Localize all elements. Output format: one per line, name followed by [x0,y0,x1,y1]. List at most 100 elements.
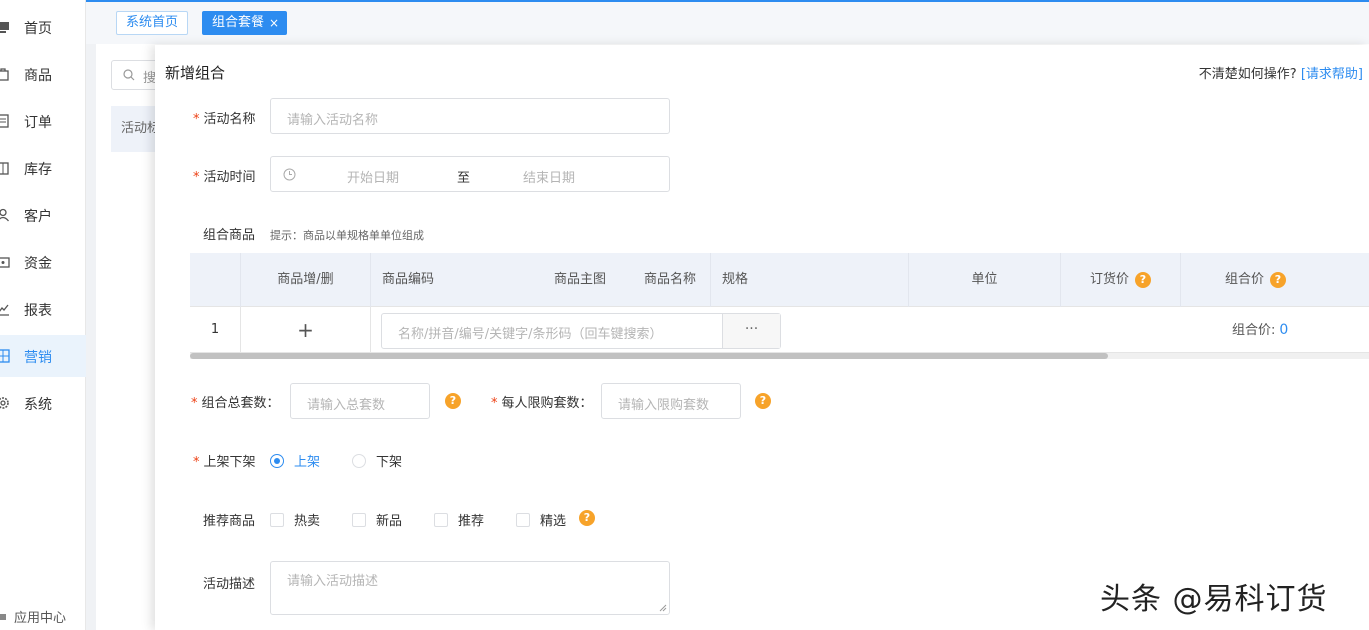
combo-goods-label: 组合商品 [203,228,256,243]
sidebar: 首页 商品 订单 库存 客户 资金 报表 营销 系统 应用中心 [0,0,86,630]
add-goods-cell: + [240,307,370,353]
checkbox-hot[interactable]: 热卖 [270,510,320,529]
required-mark: * [193,455,200,470]
add-goods-button[interactable]: + [297,318,314,342]
help-prompt: 不清楚如何操作? [1198,67,1297,82]
help-icon[interactable]: ? [445,393,461,409]
sidebar-item-system[interactable]: 系统 [0,382,86,424]
help-text: 不清楚如何操作? [请求帮助] [1199,63,1363,82]
apps-icon [0,613,6,620]
th-add-remove: 商品增/删 [240,253,370,307]
scrollbar-thumb[interactable] [190,353,1108,359]
sidebar-item-label: 资金 [24,256,52,272]
description-label: 活动描述 [203,577,256,592]
resize-grip-icon[interactable] [659,604,667,612]
sidebar-item-label: 订单 [24,115,52,131]
description-textarea[interactable]: 请输入活动描述 [270,561,670,615]
sidebar-item-finance[interactable]: 资金 [0,241,86,283]
radio-on-shelf[interactable]: 上架 [270,451,320,470]
wallet-icon [0,255,10,269]
checkbox-recommend[interactable]: 推荐 [434,510,484,529]
required-mark: * [191,396,198,411]
grid-icon [0,349,10,363]
limit-sets-input[interactable]: 请输入限购套数 [601,383,741,419]
th-order-price: 订货价? [1060,253,1180,307]
document-icon [0,114,10,128]
sidebar-item-customers[interactable]: 客户 [0,194,86,236]
help-icon[interactable]: ? [1135,271,1151,288]
goods-search-placeholder: 名称/拼音/编号/关键字/条形码（回车键搜索） [398,327,663,342]
radio-dot [352,453,366,468]
required-mark: * [491,396,498,411]
date-range-picker[interactable]: 开始日期 至 结束日期 [270,156,670,192]
inventory-icon [0,161,10,175]
checkbox-new[interactable]: 新品 [352,510,402,529]
table-header: 商品增/删 商品编码 商品主图 商品名称 规格 单位 订货价? 组合价? [190,253,1369,307]
date-separator: 至 [457,171,471,186]
gear-icon [0,396,10,410]
chart-icon [0,302,10,316]
sidebar-item-orders[interactable]: 订单 [0,100,86,142]
combo-price-value: 组合价: 0 [1232,322,1289,338]
shelf-status-label: * 上架下架 [193,455,256,470]
th-combo-price: 组合价? [1180,253,1330,307]
checkbox-box [352,512,366,527]
activity-name-input[interactable]: 请输入活动名称 [270,98,670,134]
tab-combo-package[interactable]: 组合套餐 × [202,11,288,35]
watermark: 头条 @易科订货 [1100,582,1328,617]
tab-bar: 系统首页 组合套餐 × [86,0,1369,44]
checkbox-featured[interactable]: 精选 [516,510,566,529]
sidebar-item-label: 商品 [24,68,52,84]
app-center-label: 应用中心 [14,611,67,626]
combo-goods-hint: 提示：商品以单规格单单位组成 [270,229,424,242]
total-sets-placeholder: 请输入总套数 [307,398,386,413]
search-icon [122,68,136,82]
sidebar-item-label: 首页 [24,21,52,37]
required-mark: * [193,170,200,185]
table-row: 1 + 名称/拼音/编号/关键字/条形码（回车键搜索） ··· 组合价: 0 [190,307,1369,353]
checkbox-box [270,512,284,527]
start-date-input[interactable]: 开始日期 [347,167,399,186]
th-spec: 规格 [710,253,908,307]
th-image: 商品主图 [553,272,606,287]
cell-divider [370,307,371,353]
recommend-label: 推荐商品 [203,514,256,529]
sidebar-item-label: 营销 [24,350,52,366]
limit-sets-placeholder: 请输入限购套数 [618,398,710,413]
sidebar-item-products[interactable]: 商品 [0,53,86,95]
radio-dot [270,453,284,468]
tab-label: 组合套餐 [212,15,265,30]
tab-home[interactable]: 系统首页 [116,11,189,35]
sidebar-item-marketing[interactable]: 营销 [0,335,86,377]
sidebar-item-label: 系统 [24,397,52,413]
close-icon[interactable]: × [269,12,279,34]
sidebar-item-reports[interactable]: 报表 [0,288,86,330]
more-button[interactable]: ··· [722,314,780,348]
bag-icon [0,67,10,81]
sidebar-item-inventory[interactable]: 库存 [0,147,86,189]
activity-name-label: * 活动名称 [193,112,256,127]
goods-search-input[interactable]: 名称/拼音/编号/关键字/条形码（回车键搜索） ··· [381,313,781,349]
sidebar-item-home[interactable]: 首页 [0,6,86,48]
horizontal-scrollbar[interactable] [190,353,1369,359]
total-sets-label: * 组合总套数： [191,396,280,411]
help-icon[interactable]: ? [1270,271,1286,288]
checkbox-box [434,512,448,527]
activity-time-label: * 活动时间 [193,170,256,185]
sidebar-item-label: 报表 [24,303,52,319]
app-center-link[interactable]: 应用中心 [0,607,66,626]
limit-sets-label: * 每人限购套数： [491,396,593,411]
total-sets-input[interactable]: 请输入总套数 [290,383,430,419]
end-date-input[interactable]: 结束日期 [523,167,575,186]
add-combo-drawer: 新增组合 不清楚如何操作? [请求帮助] * 活动名称 请输入活动名称 * 活动时间… [155,45,1369,630]
activity-name-placeholder: 请输入活动名称 [287,113,379,128]
sidebar-item-label: 库存 [24,162,52,178]
description-placeholder: 请输入活动描述 [287,574,379,589]
help-icon[interactable]: ? [755,393,771,409]
row-index: 1 [210,322,220,337]
sidebar-item-label: 客户 [24,209,52,225]
combo-goods-table: 商品增/删 商品编码 商品主图 商品名称 规格 单位 订货价? 组合价? 1 +… [190,253,1369,359]
radio-off-shelf[interactable]: 下架 [352,451,402,470]
request-help-link[interactable]: [请求帮助] [1301,67,1363,82]
help-icon[interactable]: ? [579,510,595,526]
